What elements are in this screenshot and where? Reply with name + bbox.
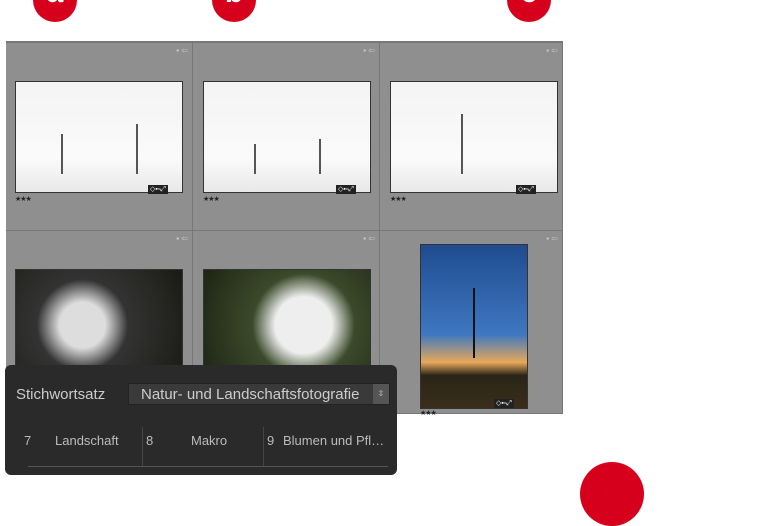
keyword-number: 7: [24, 433, 32, 448]
thumbnail-grid: ▪ ⇦ ◇▪▫⤢ ★★★ ▪ ⇦ ◇▪▫⤢ ★★★ ▪ ⇦ ◇▪▫⤢ ★★★ ▪…: [6, 41, 563, 417]
callout-badge: [580, 462, 644, 526]
badge-icons: ▪ ⇦: [363, 234, 375, 243]
photo-tree-dusk[interactable]: [420, 244, 528, 409]
star-rating[interactable]: ★★★: [15, 195, 32, 203]
thumbnail-cell[interactable]: ▪ ⇦ ◇▪▫⤢ ★★★: [6, 43, 193, 231]
badge-icons: ▪ ⇦: [176, 46, 188, 55]
keyword-button[interactable]: Makro: [191, 433, 227, 448]
keyword-number: 8: [146, 433, 154, 448]
badge-icons: ▪ ⇦: [546, 234, 558, 243]
keyword-number: 9: [267, 433, 275, 448]
badge-icons: ▪ ⇦: [363, 46, 375, 55]
photo-snow-tree[interactable]: [390, 81, 558, 193]
keyword-button[interactable]: Landschaft: [55, 433, 119, 448]
photo-snow-trees[interactable]: [203, 81, 371, 193]
thumbnail-cell[interactable]: ▪ ⇦ ◇▪▫⤢ ★★★: [380, 43, 563, 231]
keyword-set-value: Natur- und Landschaftsfotografie: [141, 386, 360, 403]
updown-chevron-icon: ⇳: [373, 384, 389, 404]
keyword-set-panel: Stichwortsatz Natur- und Landschaftsfoto…: [5, 365, 397, 475]
star-rating[interactable]: ★★★: [390, 195, 407, 203]
photo-snow-trees[interactable]: [15, 81, 183, 193]
keyword-set-select[interactable]: Natur- und Landschaftsfotografie ⇳: [128, 383, 390, 405]
star-rating[interactable]: ★★★: [420, 409, 437, 417]
metadata-icons: ◇▪▫⤢: [148, 185, 168, 194]
divider: [28, 466, 388, 467]
metadata-icons: ◇▪▫⤢: [494, 399, 514, 408]
metadata-icons: ◇▪▫⤢: [516, 185, 536, 194]
keyword-button[interactable]: Blumen und Pfl…: [283, 433, 384, 448]
keyword-set-label: Stichwortsatz: [16, 386, 106, 403]
badge-icons: ▪ ⇦: [546, 46, 558, 55]
callout-badge-a: a: [33, 0, 77, 22]
metadata-icons: ◇▪▫⤢: [336, 185, 356, 194]
thumbnail-cell[interactable]: ▪ ⇦ ◇▪▫⤢ ★★★: [193, 43, 380, 231]
star-rating[interactable]: ★★★: [203, 195, 220, 203]
thumbnail-cell[interactable]: ▪ ⇦ ◇▪▫⤢ ★★★: [380, 231, 563, 417]
callout-badge-b: b: [212, 0, 256, 22]
badge-icons: ▪ ⇦: [176, 234, 188, 243]
callout-badge-c: c: [507, 0, 551, 22]
